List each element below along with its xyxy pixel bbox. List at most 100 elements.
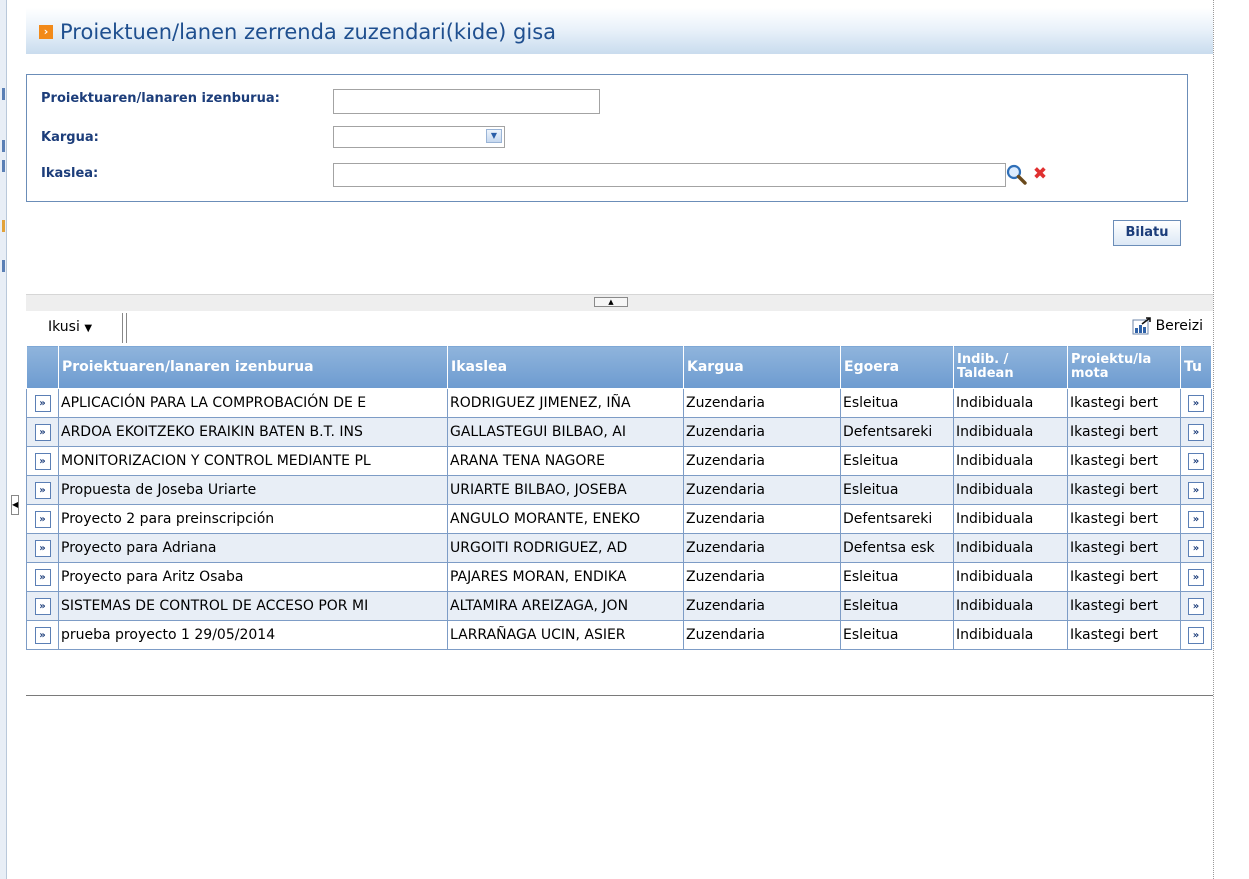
column-header-role[interactable]: Kargua [683,345,841,389]
ikusi-menu[interactable]: Ikusi ▼ [48,319,92,335]
page-title: Proiektuen/lanen zerrenda zuzendari(kide… [60,20,557,44]
double-chevron-icon[interactable]: » [1188,598,1204,615]
double-chevron-icon[interactable]: » [34,395,51,412]
column-header-indib[interactable]: Indib. / Taldean [953,345,1068,389]
red-x-icon[interactable]: ✖ [1032,166,1048,183]
cell-title: ARDOA EKOITZEKO ERAIKIN BATEN B.T. INS [58,417,448,447]
table-row[interactable]: » APLICACIÓN PARA LA COMPROBACIÓN DE E R… [26,388,1212,418]
cell-role: Zuzendaria [683,475,841,505]
cell-type: Ikastegi bert [1067,620,1181,650]
cell-indib: Indibiduala [953,504,1068,534]
cell-type: Ikastegi bert [1067,388,1181,418]
ikusi-label: Ikusi [48,319,80,335]
cell-student: LARRAÑAGA UCIN, ASIER [447,620,684,650]
double-chevron-icon[interactable]: » [34,627,51,644]
cell-role: Zuzendaria [683,504,841,534]
column-header-student[interactable]: Ikaslea [447,345,684,389]
double-chevron-icon[interactable]: » [1188,395,1204,412]
chevron-down-icon[interactable]: ▼ [486,129,502,143]
double-chevron-icon[interactable]: » [1188,424,1204,441]
double-chevron-icon[interactable]: » [34,511,51,528]
frame-marker [2,160,5,172]
ikaslea-input[interactable] [333,163,1006,187]
table-row[interactable]: » SISTEMAS DE CONTROL DE ACCESO POR MI A… [26,591,1212,621]
cell-indib: Indibiduala [953,562,1068,592]
row-open-cell: » [26,417,59,447]
cell-indib: Indibiduala [953,475,1068,505]
cell-role: Zuzendaria [683,562,841,592]
table-row[interactable]: » MONITORIZACION Y CONTROL MEDIANTE PL A… [26,446,1212,476]
collapse-left-icon[interactable]: ◀ [11,495,19,515]
column-header-type[interactable]: Proiektu/la mota [1067,345,1181,389]
cell-status: Esleitua [840,562,954,592]
row-open-cell: » [26,620,59,650]
double-chevron-icon[interactable]: » [1188,569,1204,586]
double-chevron-icon[interactable]: » [34,482,51,499]
cell-type: Ikastegi bert [1067,533,1181,563]
cell-indib: Indibiduala [953,620,1068,650]
cell-role: Zuzendaria [683,446,841,476]
double-chevron-icon[interactable]: » [34,569,51,586]
double-chevron-icon[interactable]: » [1188,482,1204,499]
bereizi-button[interactable]: Bereizi [1132,317,1203,335]
double-chevron-icon[interactable]: » [1188,453,1204,470]
row-action-cell: » [1180,446,1212,476]
double-chevron-icon[interactable]: » [34,598,51,615]
grid-toolbar: Ikusi ▼ Bereizi [26,311,1213,345]
cell-title: prueba proyecto 1 29/05/2014 [58,620,448,650]
cell-indib: Indibiduala [953,417,1068,447]
column-header-status[interactable]: Egoera [840,345,954,389]
table-row[interactable]: » Proyecto para Aritz Osaba PAJARES MORA… [26,562,1212,592]
cell-type: Ikastegi bert [1067,591,1181,621]
grid-bottom-divider [26,695,1213,696]
magnifier-icon[interactable] [1005,163,1027,185]
cell-student: ARANA TENA NAGORE [447,446,684,476]
title-filter-input[interactable] [333,89,600,114]
table-header-row: Proiektuaren/lanaren izenburua Ikaslea K… [26,345,1212,389]
double-chevron-icon[interactable]: » [1188,511,1204,528]
cell-indib: Indibiduala [953,388,1068,418]
row-open-cell: » [26,446,59,476]
double-chevron-icon[interactable]: » [34,540,51,557]
left-frame-edge [0,0,7,879]
column-header-tu[interactable]: Tu [1180,345,1212,389]
row-open-cell: » [26,591,59,621]
table-row[interactable]: » Propuesta de Joseba Uriarte URIARTE BI… [26,475,1212,505]
cell-status: Esleitua [840,475,954,505]
cell-title: Propuesta de Joseba Uriarte [58,475,448,505]
panel-splitter[interactable]: ▲ [26,294,1213,312]
cell-type: Ikastegi bert [1067,446,1181,476]
cell-student: PAJARES MORAN, ENDIKA [447,562,684,592]
row-action-cell: » [1180,533,1212,563]
double-chevron-icon[interactable]: » [1188,627,1204,644]
cell-role: Zuzendaria [683,417,841,447]
projects-table: Proiektuaren/lanaren izenburua Ikaslea K… [26,345,1212,650]
cell-status: Defentsareki [840,417,954,447]
cell-title: APLICACIÓN PARA LA COMPROBACIÓN DE E [58,388,448,418]
column-header-title[interactable]: Proiektuaren/lanaren izenburua [58,345,448,389]
row-action-cell: » [1180,562,1212,592]
table-row[interactable]: » prueba proyecto 1 29/05/2014 LARRAÑAGA… [26,620,1212,650]
cell-status: Esleitua [840,388,954,418]
cell-type: Ikastegi bert [1067,504,1181,534]
kargua-select[interactable]: ▼ [333,126,505,148]
table-row[interactable]: » Proyecto 2 para preinscripción ANGULO … [26,504,1212,534]
double-chevron-icon[interactable]: » [34,453,51,470]
row-action-cell: » [1180,417,1212,447]
frame-marker [2,220,5,232]
row-action-cell: » [1180,591,1212,621]
cell-role: Zuzendaria [683,533,841,563]
double-chevron-icon[interactable]: » [1188,540,1204,557]
table-row[interactable]: » Proyecto para Adriana URGOITI RODRIGUE… [26,533,1212,563]
column-header-select [26,345,59,389]
cell-title: Proyecto 2 para preinscripción [58,504,448,534]
frame-marker [2,260,5,272]
collapse-up-icon[interactable]: ▲ [594,297,628,307]
search-button[interactable]: Bilatu [1113,220,1181,246]
double-chevron-icon[interactable]: » [34,424,51,441]
title-filter-label: Proiektuaren/lanaren izenburua: [41,91,280,106]
cell-student: RODRIGUEZ JIMENEZ, IÑA [447,388,684,418]
table-row[interactable]: » ARDOA EKOITZEKO ERAIKIN BATEN B.T. INS… [26,417,1212,447]
cell-status: Esleitua [840,620,954,650]
bereizi-label: Bereizi [1155,318,1203,334]
